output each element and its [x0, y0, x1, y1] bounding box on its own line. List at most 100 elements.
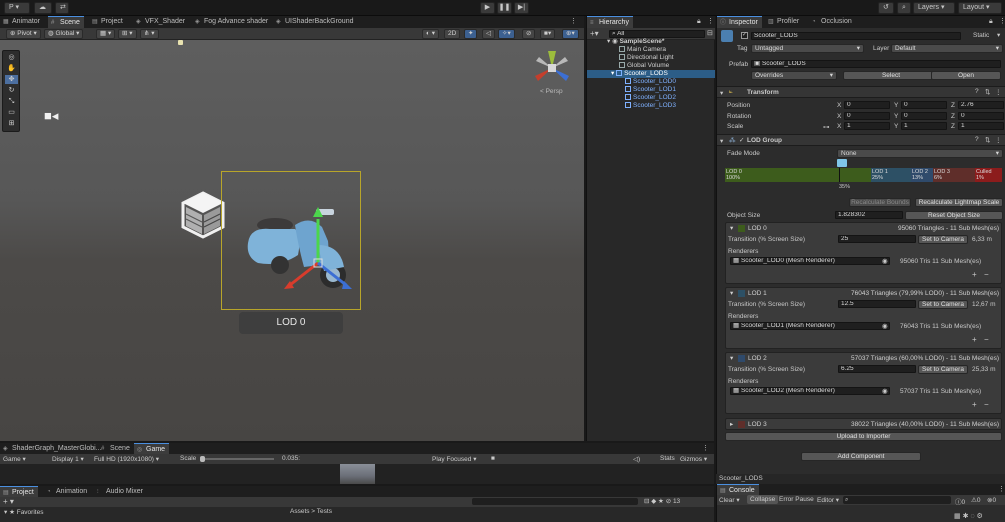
upload-to-importer-button[interactable]: Upload to Importer	[725, 432, 1002, 441]
hierarchy-item-scooter-lod1[interactable]: Scooter_LOD1	[587, 86, 715, 94]
transform-header[interactable]: ▾ ⟀ Transform ? ⇅ ⋮	[717, 86, 1005, 98]
lock-icon[interactable]: 🔒︎	[697, 18, 701, 26]
layer-dropdown[interactable]: Default ▾	[891, 44, 1003, 53]
tab-inspector[interactable]: ⓘ Inspector	[717, 16, 762, 28]
lock-icon[interactable]: 🔒︎	[989, 18, 993, 26]
audio-toggle[interactable]: ◁	[482, 29, 495, 39]
step-button[interactable]: ▶|	[514, 2, 529, 14]
object-picker-icon[interactable]: ◉	[882, 322, 888, 330]
pivot-dropdown[interactable]: ⊕ Pivot ▾	[6, 29, 41, 39]
kebab-icon[interactable]: ⋮	[707, 17, 714, 25]
stats-toggle[interactable]: Stats	[660, 455, 675, 462]
scale-z-input[interactable]: 1	[958, 122, 1004, 130]
tab-occlusion[interactable]: ◔ Occlusion	[809, 16, 856, 28]
hierarchy-item-samplescene[interactable]: ▾ ◉ SampleScene*	[587, 38, 715, 46]
lod1-transition-input[interactable]: 12.5	[838, 300, 916, 308]
status-tray-icons[interactable]: ▦ ✱ ◌ ⚙	[954, 512, 983, 520]
tab-menu-button[interactable]: ⋮	[570, 16, 577, 28]
lod1-renderer-field[interactable]: ▦ Scooter_LOD1 (Mesh Renderer)	[730, 322, 890, 330]
overrides-dropdown[interactable]: Overrides ▾	[751, 71, 837, 80]
lod-group-header[interactable]: ▾ ⁂ ✓ LOD Group ? ⇅ ⋮	[717, 134, 1005, 146]
lod0-set-to-camera-button[interactable]: Set to Camera	[918, 235, 968, 244]
tab-scene[interactable]: # Scene	[48, 16, 84, 28]
pos-x-input[interactable]: 0	[844, 101, 890, 109]
error-pause-toggle[interactable]: Error Pause	[779, 496, 814, 503]
lod2-renderer-field[interactable]: ▦ Scooter_LOD2 (Mesh Renderer)	[730, 387, 890, 395]
recalculate-lightmap-button[interactable]: Recalculate Lightmap Scale	[915, 198, 1003, 207]
recalculate-bounds-button[interactable]: Recalculate Bounds	[849, 198, 911, 207]
project-search-input[interactable]	[472, 498, 638, 505]
vertex-snap-dropdown[interactable]: ⋔ ▾	[140, 29, 159, 39]
tab-ui-shader-background[interactable]: ◈ UIShaderBackGround	[273, 16, 357, 28]
tab-project[interactable]: ▤ Project	[89, 16, 127, 28]
prefab-field[interactable]: ▣ Scooter_LODS	[751, 60, 1001, 68]
kebab-icon[interactable]: ⋮	[995, 88, 1002, 96]
scooter-model[interactable]	[240, 205, 360, 300]
play-button[interactable]: ▶	[480, 2, 495, 14]
lod2-transition-input[interactable]: 6.25	[838, 365, 916, 373]
kebab-icon[interactable]: ⋮	[995, 136, 1002, 144]
lod-group-enable-checkbox[interactable]: ✓	[739, 136, 744, 144]
persp-label[interactable]: < Persp	[540, 88, 563, 95]
remove-renderer-minus-icon[interactable]: −	[984, 400, 989, 409]
mode-2d-toggle[interactable]: 2D	[444, 29, 461, 39]
kebab-icon[interactable]: ⋮	[998, 485, 1005, 493]
lod2-set-to-camera-button[interactable]: Set to Camera	[918, 365, 968, 374]
mute-toggle[interactable]: ■	[491, 455, 495, 462]
rotate-tool-icon[interactable]: ↻	[5, 86, 18, 95]
audio-icon[interactable]: ◁)	[633, 455, 640, 463]
lod-bar-segment[interactable]: LOD 2 13%	[911, 168, 933, 182]
remove-renderer-minus-icon[interactable]: −	[984, 335, 989, 344]
tag-dropdown[interactable]: Untagged ▾	[751, 44, 864, 53]
lod-bar-segment[interactable]: Culled 1%	[975, 168, 1002, 182]
lod0-header[interactable]: ▾ LOD 0 95060 Triangles - 11 Sub Mesh(es…	[726, 223, 1001, 234]
shading-mode-dropdown[interactable]: ◐ ▾	[422, 29, 440, 39]
preset-icon[interactable]: ⇅	[985, 88, 990, 96]
add-renderer-plus-icon[interactable]: +	[972, 270, 977, 279]
scale-x-input[interactable]: 1	[844, 122, 890, 130]
rot-x-input[interactable]: 0	[844, 112, 890, 120]
game-dropdown[interactable]: Game ▾	[3, 455, 26, 463]
account-dropdown[interactable]: P ▾	[4, 2, 30, 14]
collapse-toggle[interactable]: Collapse	[747, 495, 779, 504]
pause-button[interactable]: ❚❚	[497, 2, 512, 14]
rect-tool-icon[interactable]: ▭	[5, 108, 18, 117]
tab-hierarchy[interactable]: ≡ Hierarchy	[587, 16, 633, 28]
preset-icon[interactable]: ⇅	[985, 136, 990, 144]
transform-tool-icon[interactable]: ⊞	[5, 119, 18, 128]
fade-mode-dropdown[interactable]: None ▾	[837, 149, 1003, 158]
snap-increment-dropdown[interactable]: ⊞ ▾	[118, 29, 137, 39]
hierarchy-item-scooter-lods[interactable]: ▾ Scooter_LODS	[587, 70, 715, 78]
active-checkbox[interactable]: ✓	[741, 32, 748, 39]
add-renderer-plus-icon[interactable]: +	[972, 400, 977, 409]
plus-icon[interactable]: +▾	[590, 29, 599, 38]
gizmo-center[interactable]	[548, 64, 556, 72]
object-picker-icon[interactable]: ◉	[882, 257, 888, 265]
pos-z-input[interactable]: 2.76	[958, 101, 1004, 109]
hierarchy-item-global-volume[interactable]: Global Volume	[587, 62, 715, 70]
history-button[interactable]: ↺	[878, 2, 894, 14]
log-count[interactable]: ⓘ0	[955, 496, 965, 506]
help-icon[interactable]: ?	[975, 136, 979, 143]
lod3-header[interactable]: ▸ LOD 3 38022 Triangles (40,00% LOD0) - …	[726, 419, 1001, 430]
camera-settings-dropdown[interactable]: ■▾	[540, 29, 556, 39]
gizmos-dropdown-game[interactable]: Gizmos ▾	[680, 455, 707, 463]
add-renderer-plus-icon[interactable]: +	[972, 335, 977, 344]
editor-dropdown[interactable]: Editor ▾	[817, 496, 839, 504]
collab-button[interactable]: ⇄	[55, 2, 69, 14]
gizmos-dropdown[interactable]: ⊕▾	[562, 29, 579, 39]
kebab-icon[interactable]: ⋮	[999, 17, 1005, 25]
layers-dropdown[interactable]: Layers ▾	[913, 2, 955, 14]
tab-animator[interactable]: ▦ Animator	[0, 16, 44, 28]
favorites-label[interactable]: ▾ ★ Favorites	[4, 508, 43, 516]
lod3-box[interactable]: ▸ LOD 3 38022 Triangles (40,00% LOD0) - …	[725, 418, 1002, 430]
effects-dropdown[interactable]: ✧▾	[498, 29, 515, 39]
search-button[interactable]: ⌕	[897, 2, 911, 14]
tab-vfx-shader[interactable]: ◈ VFX_Shader	[133, 16, 189, 28]
console-search-input[interactable]: ⌕	[843, 496, 951, 504]
remove-renderer-minus-icon[interactable]: −	[984, 270, 989, 279]
scale-slider-handle[interactable]	[200, 456, 205, 462]
lod0-renderer-field[interactable]: ▦ Scooter_LOD0 (Mesh Renderer)	[730, 257, 890, 265]
tab-profiler[interactable]: ▥ Profiler	[765, 16, 803, 28]
lod0-transition-input[interactable]: 25	[838, 235, 916, 243]
